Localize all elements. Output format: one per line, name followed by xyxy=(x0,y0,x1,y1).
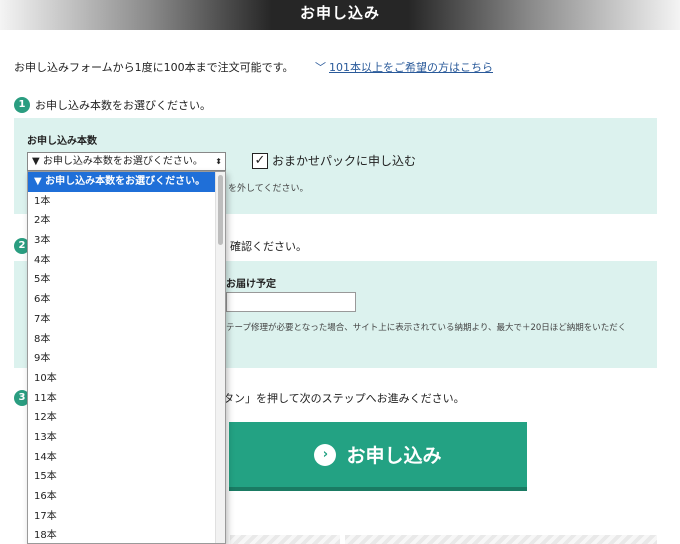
dropdown-scrollbar-thumb[interactable] xyxy=(218,175,223,245)
dropdown-option[interactable]: 3本 xyxy=(28,231,215,251)
submit-button-label: お申し込み xyxy=(346,445,442,467)
decorative-stripe xyxy=(345,535,657,544)
dropdown-option-placeholder[interactable]: ▼ お申し込み本数をお選びください。 xyxy=(28,172,215,192)
dropdown-option[interactable]: 6本 xyxy=(28,290,215,310)
page-header: お申し込み xyxy=(0,0,680,30)
dropdown-option[interactable]: 7本 xyxy=(28,310,215,330)
quantity-label: お申し込み本数 xyxy=(27,136,97,147)
quantity-select-value: ▼ お申し込み本数をお選びください。 xyxy=(32,156,203,167)
dropdown-option[interactable]: 18本 xyxy=(28,526,215,543)
delivery-note: テープ修理が必要となった場合、サイト上に表示されている納期より、最大で＋20日ほ… xyxy=(226,323,627,333)
delivery-date-field[interactable] xyxy=(226,292,356,312)
chevron-down-icon: ﹀ xyxy=(315,61,326,74)
dropdown-option[interactable]: 17本 xyxy=(28,507,215,527)
step-1-heading: 1 お申し込み本数をお選びください。 xyxy=(14,97,211,113)
dropdown-option[interactable]: 15本 xyxy=(28,467,215,487)
step-2-text: 確認ください。 xyxy=(230,240,307,253)
select-arrows-icon: ⬍ xyxy=(215,157,222,166)
quantity-dropdown-list[interactable]: ▼ お申し込み本数をお選びください。 1本 2本 3本 4本 5本 6本 7本 8本 9本 10本 1… xyxy=(27,171,226,544)
dropdown-option[interactable]: 8本 xyxy=(28,330,215,350)
bulk-order-link-label: 101本以上をご希望の方はこちら xyxy=(329,61,493,74)
dropdown-option[interactable]: 16本 xyxy=(28,487,215,507)
dropdown-option[interactable]: 5本 xyxy=(28,270,215,290)
arrow-right-icon: › xyxy=(314,443,337,466)
decorative-stripe xyxy=(230,535,340,544)
dropdown-option[interactable]: 14本 xyxy=(28,448,215,468)
step-1-number: 1 xyxy=(14,97,30,113)
checkbox-check-icon: ✓ xyxy=(252,152,268,169)
submit-button[interactable]: › お申し込み xyxy=(229,422,527,491)
dropdown-option[interactable]: 12本 xyxy=(28,408,215,428)
step-3-text: ボタン」を押して次のステップへお進みください。 xyxy=(212,392,465,405)
dropdown-option[interactable]: 13本 xyxy=(28,428,215,448)
omakase-pack-checkbox[interactable]: ✓ おまかせパックに申し込む xyxy=(252,152,416,169)
dropdown-option[interactable]: 9本 xyxy=(28,349,215,369)
dropdown-scrollbar[interactable] xyxy=(215,172,225,543)
dropdown-option[interactable]: 4本 xyxy=(28,251,215,271)
dropdown-option[interactable]: 2本 xyxy=(28,211,215,231)
quantity-select[interactable]: ▼ お申し込み本数をお選びください。 ⬍ xyxy=(27,152,226,171)
intro-text: お申し込みフォームから1度に100本まで注文可能です。 xyxy=(14,61,294,74)
step-1-text: お申し込み本数をお選びください。 xyxy=(35,99,211,112)
page-title: お申し込み xyxy=(299,4,380,22)
delivery-label: お届け予定 xyxy=(226,279,276,290)
dropdown-option[interactable]: 11本 xyxy=(28,389,215,409)
bulk-order-link[interactable]: ﹀ 101本以上をご希望の方はこちら xyxy=(315,59,493,75)
dropdown-option[interactable]: 10本 xyxy=(28,369,215,389)
dropdown-option[interactable]: 1本 xyxy=(28,192,215,212)
pack-note: を外してください。 xyxy=(228,184,309,194)
omakase-pack-label: おまかせパックに申し込む xyxy=(272,154,417,168)
